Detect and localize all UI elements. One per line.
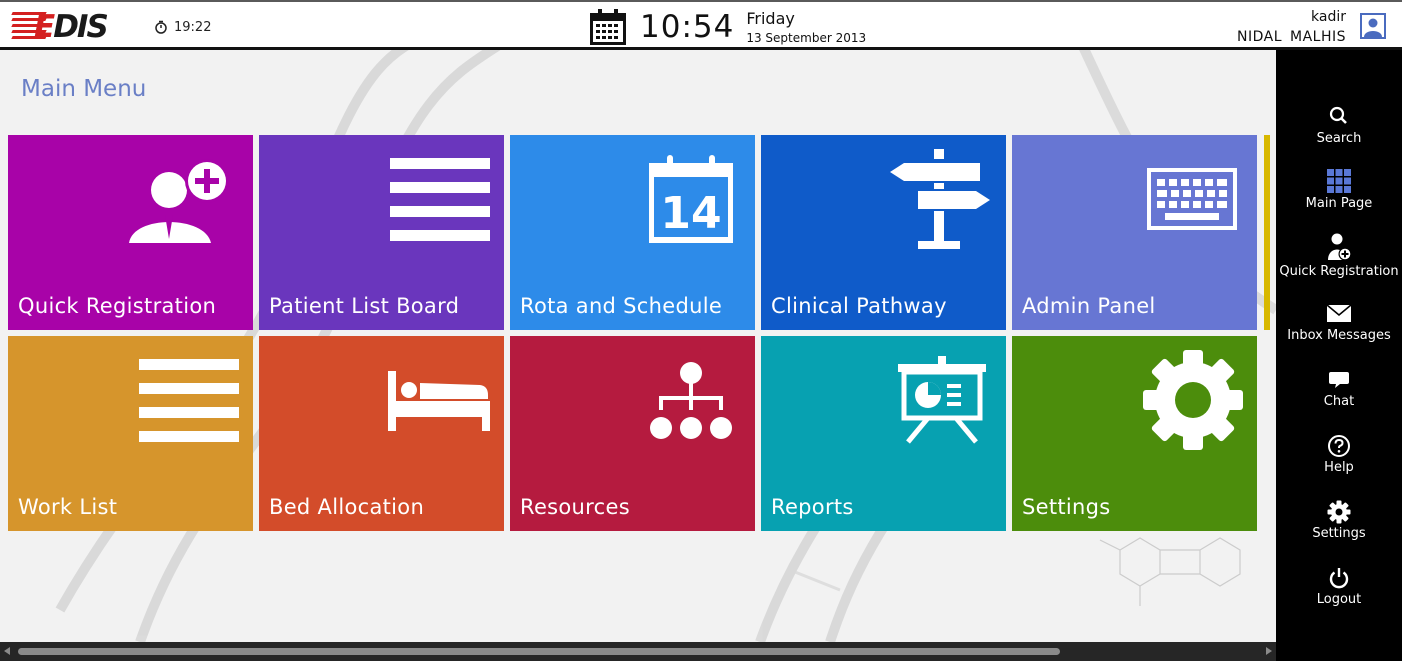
sidebar-item-inbox-messages[interactable]: Inbox Messages — [1276, 302, 1402, 362]
sidebar-item-label: Settings — [1312, 526, 1366, 541]
add-user-icon — [129, 159, 229, 243]
tile-work-list[interactable]: Work List — [8, 336, 253, 531]
user-info[interactable]: kadir NIDAL MALHIS — [1237, 8, 1346, 48]
sidebar-item-main-page[interactable]: Main Page — [1276, 168, 1402, 228]
scrollbar-thumb[interactable] — [18, 648, 1060, 655]
grid-icon — [1327, 169, 1351, 193]
tile-label: Work List — [18, 495, 118, 519]
keyboard-icon — [1147, 168, 1237, 230]
svg-text:14: 14 — [660, 188, 721, 239]
page-title: Main Menu — [21, 76, 147, 102]
sidebar-item-settings[interactable]: Settings — [1276, 500, 1402, 560]
sidebar-item-logout[interactable]: Logout — [1276, 566, 1402, 626]
sidebar-item-label: Quick Registration — [1279, 264, 1399, 279]
avatar[interactable] — [1360, 13, 1386, 39]
tile-label: Quick Registration — [18, 294, 217, 318]
list-icon — [390, 158, 490, 241]
sidebar-item-label: Chat — [1323, 394, 1355, 409]
sidebar-item-chat[interactable]: Chat — [1276, 368, 1402, 428]
session-timer: 19:22 — [154, 18, 211, 36]
search-icon — [1329, 106, 1347, 124]
tile-label: Patient List Board — [269, 294, 460, 318]
clock-date: Friday 13 September 2013 — [746, 8, 866, 46]
gear-icon — [1327, 500, 1351, 524]
tile-quick-registration[interactable]: Quick Registration — [8, 135, 253, 330]
tile-reports[interactable]: Reports — [761, 336, 1006, 531]
sidebar-item-label: Inbox Messages — [1287, 328, 1391, 343]
edis-logo: EDIS — [11, 9, 112, 45]
sidebar-item-quick-registration[interactable]: Quick Registration — [1276, 232, 1402, 292]
bed-icon — [388, 371, 490, 431]
sidebar-item-search[interactable]: Search — [1276, 105, 1402, 165]
user-full-name: NIDAL MALHIS — [1237, 29, 1346, 45]
sidebar-item-label: Help — [1324, 460, 1354, 475]
tile-resources[interactable]: Resources — [510, 336, 755, 531]
tile-label: Resources — [520, 495, 630, 519]
session-time: 19:22 — [174, 19, 212, 35]
gear-icon — [1143, 350, 1243, 450]
clock-time: 10:54 — [640, 9, 735, 45]
horizontal-scrollbar[interactable] — [0, 642, 1276, 661]
scroll-right-icon[interactable] — [1266, 647, 1272, 655]
tile-patient-list-board[interactable]: Patient List Board — [259, 135, 504, 330]
envelope-icon — [1326, 304, 1352, 322]
scroll-indicator — [1264, 135, 1270, 330]
username: kadir — [1311, 9, 1346, 25]
clock-full-date: 13 September 2013 — [746, 31, 867, 45]
clock-day: Friday — [746, 9, 795, 28]
power-icon — [1329, 568, 1349, 589]
sidebar-item-help[interactable]: Help — [1276, 434, 1402, 494]
tile-label: Rota and Schedule — [520, 294, 723, 318]
calendar-icon — [590, 9, 626, 45]
clock: 10:54 Friday 13 September 2013 — [588, 6, 866, 48]
logo-text: EDIS — [34, 9, 109, 45]
sidebar-item-label: Main Page — [1305, 196, 1373, 211]
tile-label: Reports — [771, 495, 854, 519]
calendar-icon: 14 — [649, 155, 733, 243]
signpost-icon — [890, 149, 990, 249]
sidebar-item-label: Logout — [1316, 592, 1362, 607]
scroll-left-icon[interactable] — [4, 647, 10, 655]
chat-icon — [1329, 372, 1349, 388]
stopwatch-icon — [155, 20, 167, 34]
presentation-icon — [898, 356, 986, 444]
tile-label: Admin Panel — [1022, 294, 1156, 318]
tile-label: Settings — [1022, 495, 1111, 519]
add-user-icon — [1328, 233, 1352, 261]
tile-admin-panel[interactable]: Admin Panel — [1012, 135, 1257, 330]
right-sidebar: Search Main Page Quick Registration Inbo… — [1276, 50, 1402, 661]
tile-clinical-pathway[interactable]: Clinical Pathway — [761, 135, 1006, 330]
help-icon — [1328, 435, 1350, 457]
tile-label: Bed Allocation — [269, 495, 425, 519]
list-icon — [139, 359, 239, 442]
tile-bed-allocation[interactable]: Bed Allocation — [259, 336, 504, 531]
sidebar-item-label: Search — [1316, 131, 1362, 146]
tile-settings[interactable]: Settings — [1012, 336, 1257, 531]
tile-rota-and-schedule[interactable]: 14 Rota and Schedule — [510, 135, 755, 330]
tile-label: Clinical Pathway — [771, 294, 947, 318]
user-avatar-icon — [1364, 18, 1382, 37]
top-header: EDIS 19:22 10:54 Friday 13 September 201… — [0, 0, 1402, 50]
hierarchy-icon — [650, 362, 732, 439]
main-content: Main Menu Quick Registration Patient Lis… — [0, 50, 1276, 642]
